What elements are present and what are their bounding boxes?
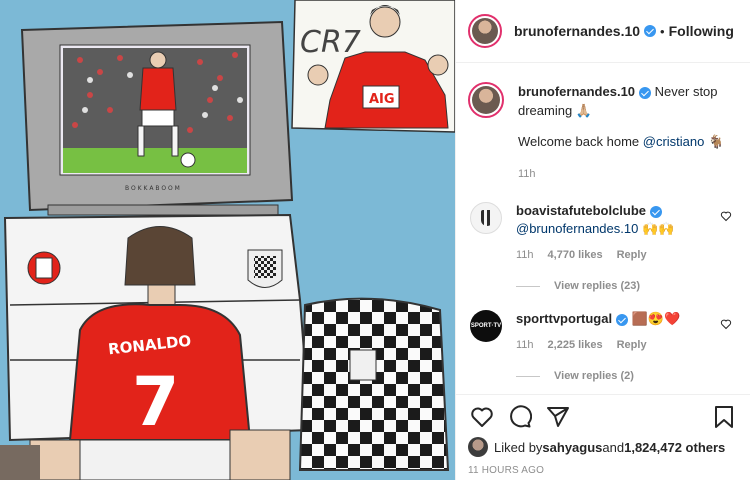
view-replies-button[interactable]: View replies (23): [516, 280, 738, 292]
post-image[interactable]: CR7 AIG B O K K A B O O M RONALDO 7: [0, 0, 455, 480]
comment-mention[interactable]: @brunofernandes.10: [516, 221, 638, 236]
verified-icon: [650, 205, 663, 218]
svg-text:7: 7: [132, 363, 179, 442]
comment-time[interactable]: 11h: [516, 336, 534, 354]
svg-text:B O K K A B O O M: B O K K A B O O M: [125, 185, 180, 192]
comment-time[interactable]: 11h: [516, 246, 534, 264]
caption-line2-prefix: Welcome back home: [518, 134, 643, 149]
post-header: brunofernandes.10 • Following: [456, 0, 750, 63]
post-actions: Liked by sahyagus and 1,824,472 others 1…: [456, 394, 750, 480]
author-username[interactable]: brunofernandes.10: [514, 23, 640, 39]
comment-username[interactable]: boavistafutebolclube: [516, 203, 646, 218]
like-button[interactable]: [468, 403, 496, 431]
comment-item: boavistafutebolclube @brunofernandes.10 …: [468, 202, 738, 264]
replies-divider: [516, 375, 540, 377]
poster-text: CR7: [300, 25, 361, 60]
heart-icon: [471, 407, 493, 427]
separator-dot: •: [660, 23, 665, 39]
commenter-avatar[interactable]: SPORT·TV: [470, 310, 502, 342]
reply-button[interactable]: Reply: [617, 246, 647, 264]
caption-time[interactable]: 11h: [518, 165, 738, 184]
svg-text:AIG: AIG: [369, 92, 395, 107]
comment-likes[interactable]: 4,770 likes: [548, 246, 603, 264]
comments-scroll-area[interactable]: brunofernandes.10 Never stop dreaming 🙏🏼…: [456, 64, 750, 394]
comment-like-icon[interactable]: [720, 318, 732, 330]
liker-username[interactable]: sahyagus: [542, 440, 602, 455]
author-avatar[interactable]: [468, 14, 502, 48]
likes-prefix: Liked by: [494, 439, 543, 455]
post-timestamp[interactable]: 11 HOURS AGO: [468, 465, 738, 476]
view-replies-label: View replies (2): [554, 370, 634, 382]
poster: CR7 AIG: [291, 0, 455, 133]
caption-mention[interactable]: @cristiano: [643, 134, 705, 149]
caption: brunofernandes.10 Never stop dreaming 🙏🏼…: [468, 82, 738, 184]
comment-likes[interactable]: 2,225 likes: [548, 336, 603, 354]
view-replies-label: View replies (23): [554, 280, 641, 292]
comment-text: 🟫😍❤️: [628, 311, 681, 326]
comment-icon: [510, 405, 532, 428]
caption-line2-suffix: 🐐: [704, 134, 725, 149]
post-sidebar: brunofernandes.10 • Following brunoferna…: [455, 0, 750, 480]
bookmark-icon: [715, 406, 733, 428]
comment-username[interactable]: sporttvportugal: [516, 311, 612, 326]
comment-like-icon[interactable]: [720, 210, 732, 222]
view-replies-button[interactable]: View replies (2): [516, 370, 738, 382]
comment-item: SPORT·TV sporttvportugal 🟫😍❤️ 11h 2,225 …: [468, 310, 738, 354]
instagram-post-view: CR7 AIG B O K K A B O O M RONALDO 7 brun…: [0, 0, 750, 480]
share-button[interactable]: [544, 403, 572, 431]
replies-divider: [516, 285, 540, 287]
likes-count[interactable]: 1,824,472 others: [624, 440, 725, 455]
comment-button[interactable]: [506, 403, 534, 431]
caption-username[interactable]: brunofernandes.10: [518, 84, 635, 99]
following-button[interactable]: Following: [669, 23, 734, 39]
television: B O K K A B O O M: [20, 20, 294, 216]
verified-icon: [639, 86, 652, 99]
checkered-chair: [298, 297, 450, 471]
liker-avatar[interactable]: [468, 437, 488, 457]
share-icon: [547, 407, 569, 427]
verified-icon: [644, 25, 657, 37]
caption-avatar[interactable]: [468, 82, 504, 118]
likes-summary: Liked by sahyagus and 1,824,472 others: [468, 437, 738, 457]
post-illustration: CR7 AIG B O K K A B O O M RONALDO 7: [0, 0, 455, 480]
commenter-avatar[interactable]: [470, 202, 502, 234]
reply-button[interactable]: Reply: [617, 336, 647, 354]
verified-icon: [616, 313, 629, 326]
likes-middle: and: [602, 439, 625, 455]
save-button[interactable]: [710, 403, 738, 431]
comment-text: 🙌🙌: [638, 221, 675, 236]
